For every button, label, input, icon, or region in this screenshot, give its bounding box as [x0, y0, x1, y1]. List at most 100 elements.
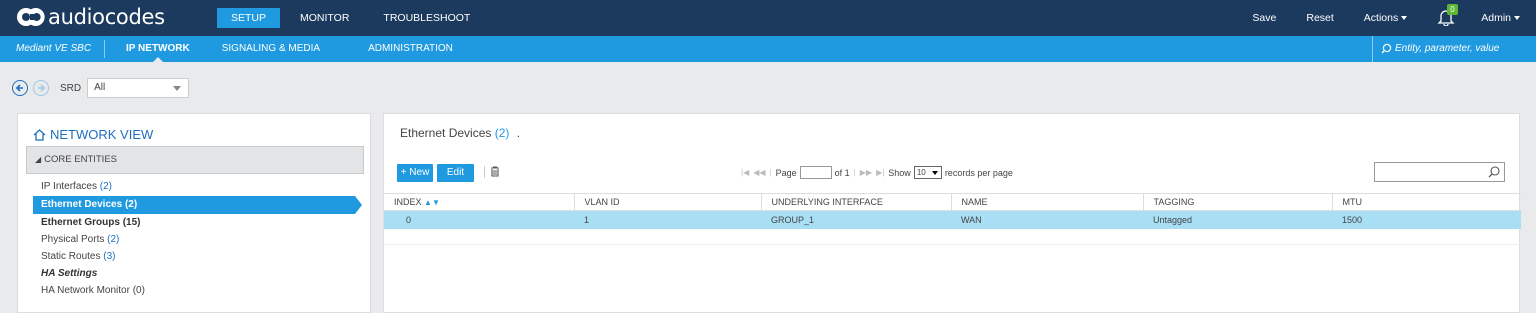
reset-button[interactable]: Reset	[1306, 12, 1333, 24]
search-placeholder: Entity, parameter, value	[1395, 43, 1500, 54]
network-view-title[interactable]: NETWORK VIEW	[33, 127, 153, 142]
cell-index: 0	[384, 210, 574, 229]
device-name: Mediant VE SBC	[16, 43, 92, 54]
show-label: Show	[888, 167, 911, 178]
audiocodes-logo[interactable]: audiocodes	[16, 5, 165, 29]
sub-tabs: IP NETWORK SIGNALING & MEDIA ADMINISTRAT…	[114, 36, 473, 62]
nav-ethernet-groups[interactable]: Ethernet Groups (15)	[33, 215, 355, 231]
cell-tagging: Untagged	[1143, 210, 1332, 229]
nav-ethernet-devices[interactable]: Ethernet Devices (2)	[33, 196, 362, 214]
nav-count: (2)	[107, 234, 120, 245]
chevron-down-icon	[173, 86, 182, 91]
nav-static-routes[interactable]: Static Routes (3)	[33, 249, 355, 265]
nav-count: (0)	[132, 285, 145, 296]
page-title-count: (2)	[494, 126, 510, 140]
sub-navbar: Mediant VE SBC IP NETWORK SIGNALING & ME…	[0, 36, 1536, 62]
nav-count: (15)	[122, 217, 141, 228]
ethernet-devices-panel: Ethernet Devices (2) . + New Edit |◀ ◀◀ …	[383, 113, 1521, 313]
nav-label: Ethernet Devices	[41, 199, 123, 210]
sort-icon: ▲▼	[424, 198, 440, 207]
triangle-down-icon: ◢	[35, 155, 42, 164]
prev-page-icon[interactable]: ◀◀	[753, 168, 765, 177]
table-row-empty	[384, 228, 1521, 245]
global-search-input[interactable]: Entity, parameter, value	[1372, 36, 1536, 62]
chevron-down-icon	[1514, 16, 1520, 21]
cell-vlan-id: 1	[574, 210, 761, 229]
nav-count: (2)	[124, 199, 138, 210]
first-page-icon[interactable]: |◀	[741, 168, 749, 177]
empty-cell	[384, 228, 574, 245]
nav-ha-network-monitor[interactable]: HA Network Monitor (0)	[33, 283, 355, 299]
nav-ha-settings[interactable]: HA Settings	[33, 266, 355, 282]
nav-count: (3)	[103, 251, 116, 262]
page-of-label: of 1	[834, 167, 850, 178]
ethernet-devices-table: INDEX ▲▼ VLAN ID UNDERLYING INTERFACE NA…	[384, 193, 1521, 245]
column-label: INDEX	[394, 197, 422, 207]
nav-count: (2)	[99, 181, 112, 192]
trash-icon	[491, 166, 499, 177]
column-header-mtu[interactable]: MTU	[1332, 193, 1521, 211]
divider	[104, 40, 105, 58]
save-button[interactable]: Save	[1252, 12, 1276, 24]
top-actions: Save Reset Actions 0 Admin	[1252, 0, 1536, 36]
search-icon	[1381, 43, 1392, 54]
column-header-tagging[interactable]: TAGGING	[1143, 193, 1333, 211]
empty-cell	[761, 228, 951, 245]
user-menu[interactable]: Admin	[1481, 12, 1520, 24]
srd-row: SRD All	[12, 78, 190, 98]
table-search-input[interactable]	[1374, 162, 1505, 182]
nav-ip-interfaces[interactable]: IP Interfaces (2)	[33, 179, 355, 195]
top-tabs: SETUP MONITOR TROUBLESHOOT	[217, 8, 490, 28]
home-icon	[33, 128, 46, 141]
chevron-down-icon	[1401, 16, 1408, 21]
table-header-row: INDEX ▲▼ VLAN ID UNDERLYING INTERFACE NA…	[384, 193, 1521, 211]
delete-button[interactable]	[490, 166, 500, 180]
user-label: Admin	[1481, 12, 1511, 24]
logo-text: audiocodes	[48, 5, 165, 29]
column-header-underlying-interface[interactable]: UNDERLYING INTERFACE	[761, 193, 952, 211]
page-title: Ethernet Devices (2) .	[400, 126, 520, 140]
empty-cell	[1332, 228, 1521, 245]
srd-select[interactable]: All	[87, 78, 190, 98]
nav-physical-ports[interactable]: Physical Ports (2)	[33, 232, 355, 248]
nav-label: Static Routes	[41, 251, 101, 262]
core-entities-header[interactable]: ◢ CORE ENTITIES	[26, 146, 364, 174]
nav-label: Ethernet Groups	[41, 217, 120, 228]
actions-menu[interactable]: Actions	[1363, 12, 1408, 24]
nav-label: HA Settings	[41, 268, 98, 279]
notifications-button[interactable]: 0	[1437, 4, 1458, 28]
tab-ip-network[interactable]: IP NETWORK	[114, 36, 202, 62]
tab-monitor[interactable]: MONITOR	[286, 8, 363, 28]
new-button[interactable]: + New	[397, 164, 433, 182]
per-page-select[interactable]: 10	[913, 166, 942, 179]
tab-signaling-media[interactable]: SIGNALING & MEDIA	[210, 36, 332, 62]
tab-troubleshoot[interactable]: TROUBLESHOOT	[369, 8, 484, 28]
nav-label: Physical Ports	[41, 234, 105, 245]
column-header-index[interactable]: INDEX ▲▼	[384, 193, 575, 211]
logo-mark-icon	[16, 6, 46, 28]
actions-label: Actions	[1363, 12, 1399, 24]
column-header-vlan-id[interactable]: VLAN ID	[574, 193, 762, 211]
arrow-right-icon	[38, 84, 46, 92]
divider	[484, 166, 485, 178]
forward-button[interactable]	[33, 80, 49, 96]
table-row[interactable]: 0 1 GROUP_1 WAN Untagged 1500	[384, 210, 1521, 229]
pagination: |◀ ◀◀ | Page of 1 | ▶▶ ▶| Show 10 record…	[741, 166, 1013, 179]
network-entities-list: IP Interfaces (2) Ethernet Devices (2) E…	[33, 179, 362, 300]
page-number-input[interactable]	[799, 166, 832, 179]
empty-cell	[951, 228, 1143, 245]
edit-button[interactable]: Edit	[437, 164, 474, 182]
srd-value: All	[94, 82, 106, 93]
cell-underlying-interface: GROUP_1	[761, 210, 951, 229]
cell-mtu: 1500	[1332, 210, 1521, 229]
back-button[interactable]	[12, 80, 28, 96]
records-per-page-label: records per page	[944, 167, 1013, 178]
core-entities-label: CORE ENTITIES	[44, 154, 117, 165]
next-page-icon[interactable]: ▶▶	[860, 168, 872, 177]
column-header-name[interactable]: NAME	[951, 193, 1144, 211]
arrow-left-icon	[15, 84, 23, 92]
tab-setup[interactable]: SETUP	[217, 8, 281, 28]
tab-administration[interactable]: ADMINISTRATION	[356, 36, 465, 62]
last-page-icon[interactable]: ▶|	[876, 168, 884, 177]
nav-label: HA Network Monitor	[41, 285, 130, 296]
